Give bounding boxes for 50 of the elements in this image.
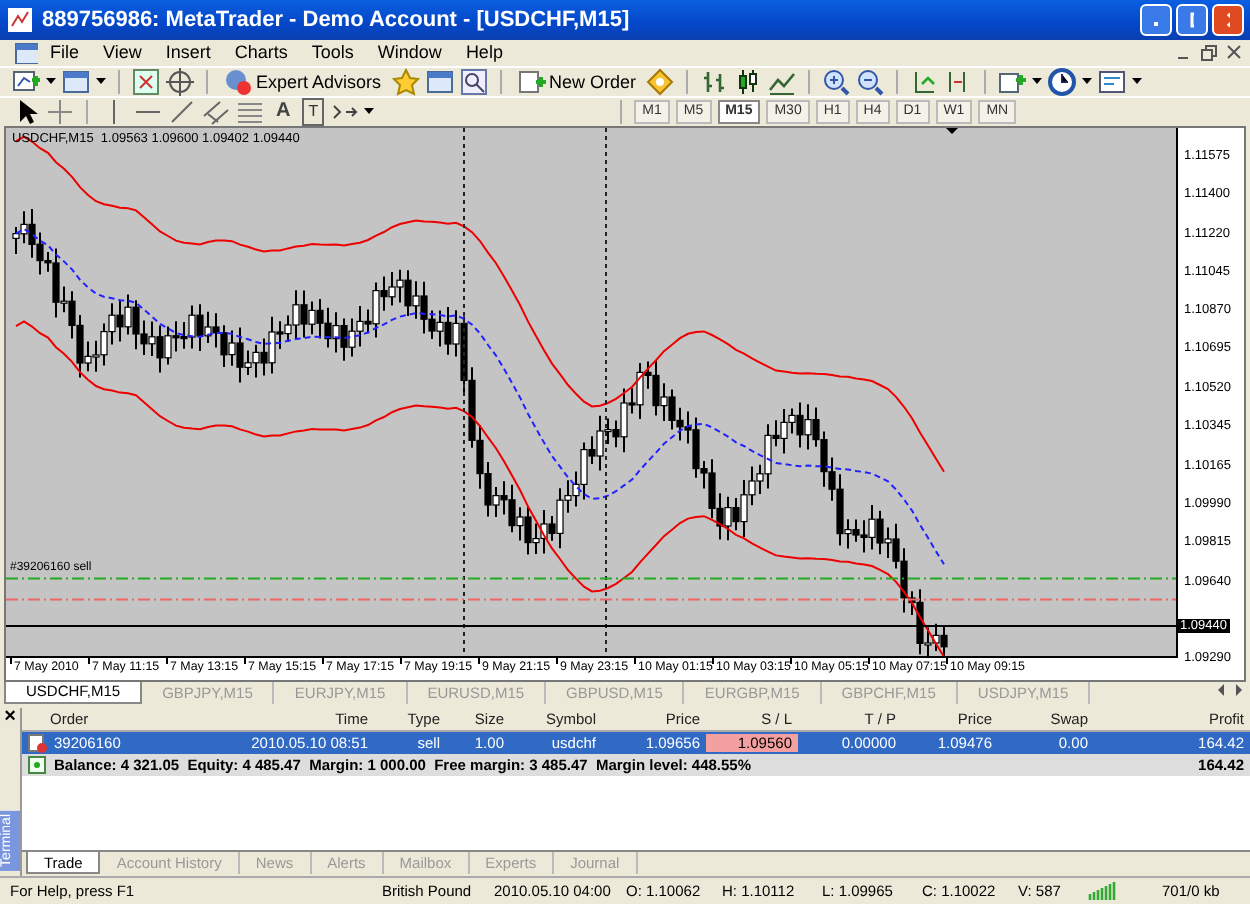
chart-icon[interactable] — [14, 40, 38, 65]
restore-icon[interactable] — [1200, 43, 1218, 62]
caret-icon[interactable] — [1132, 76, 1143, 87]
fibonacci-icon[interactable] — [236, 97, 264, 126]
candlestick-icon[interactable] — [734, 67, 763, 96]
caret-icon[interactable] — [96, 76, 106, 87]
star-icon[interactable] — [391, 67, 420, 96]
navigator-icon[interactable] — [132, 67, 160, 96]
connection-icon — [1088, 880, 1116, 903]
scroll-right-icon[interactable] — [1230, 681, 1246, 698]
clock-icon[interactable] — [1048, 67, 1077, 96]
app-icon[interactable] — [6, 5, 34, 34]
bar-chart-icon[interactable] — [700, 67, 729, 96]
label-tool[interactable]: T — [302, 97, 325, 126]
text-tool[interactable]: A — [270, 97, 297, 126]
balance-icon — [28, 755, 48, 776]
caret-icon[interactable] — [1082, 76, 1093, 87]
crosshair-icon[interactable] — [166, 67, 194, 96]
window-title: 889756986: MetaTrader - Demo Account - [USDCHF,M15] — [42, 7, 632, 32]
new-order-button[interactable]: New Order — [513, 67, 641, 96]
autoscroll-icon[interactable] — [910, 67, 939, 96]
window-icon[interactable] — [425, 67, 454, 96]
menu-item[interactable]: View — [91, 42, 154, 63]
caret-icon[interactable] — [364, 106, 375, 117]
diamond-icon[interactable] — [646, 67, 675, 96]
trendline-icon[interactable] — [168, 97, 196, 126]
minimize-button[interactable] — [1140, 3, 1172, 36]
expert-icon — [224, 67, 252, 96]
zoom-in-icon[interactable] — [822, 67, 851, 96]
order-icon — [28, 733, 48, 754]
close-button[interactable]: × — [4, 708, 16, 729]
magnifier-icon[interactable] — [459, 67, 488, 96]
close-button[interactable] — [1212, 3, 1244, 36]
expert-advisors-button[interactable]: Expert Advisors — [220, 67, 386, 96]
menu-item[interactable]: Help — [453, 42, 515, 63]
caret-icon[interactable] — [46, 76, 56, 87]
menu-item[interactable]: File — [38, 42, 92, 63]
indicator-icon[interactable] — [998, 67, 1027, 96]
new-chart-icon[interactable] — [12, 67, 40, 96]
maximize-button[interactable] — [1176, 3, 1208, 36]
template-icon[interactable] — [1098, 67, 1127, 96]
channel-icon[interactable] — [202, 97, 230, 126]
menu-item[interactable]: Window — [365, 42, 454, 63]
menu-item[interactable]: Tools — [299, 42, 366, 63]
caret-icon[interactable] — [1032, 76, 1043, 87]
window-icon[interactable] — [62, 67, 90, 96]
menu-item[interactable]: Charts — [222, 42, 300, 63]
zoom-out-icon[interactable] — [856, 67, 885, 96]
menu-item[interactable]: Insert — [153, 42, 223, 63]
scroll-left-icon[interactable] — [1214, 681, 1230, 698]
